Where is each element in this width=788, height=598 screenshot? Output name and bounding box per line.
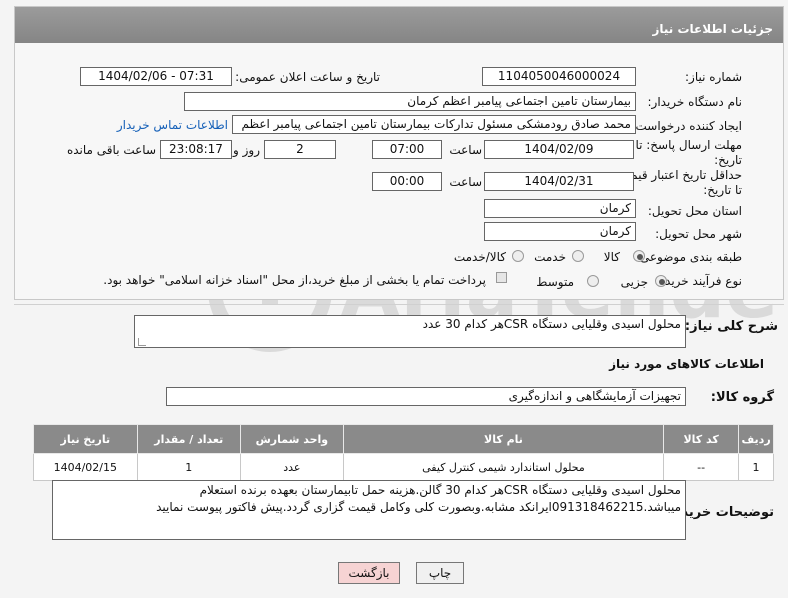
- requester-field: محمد صادق رودمشکی مسئول تدارکات بیمارستا…: [232, 115, 636, 134]
- resize-grip[interactable]: [138, 338, 146, 346]
- remaining-time-field: 23:08:17: [160, 140, 232, 159]
- goods-table: ردیف کد کالا نام کالا واحد شمارش تعداد /…: [33, 424, 774, 481]
- table-row: 1 -- محلول استاندارد شیمی کنترل کیفی عدد…: [33, 453, 774, 481]
- validity-time-label: ساعت: [449, 175, 482, 189]
- buyer-org-label: نام دستگاه خریدار:: [647, 95, 743, 109]
- col-name: نام کالا: [342, 424, 665, 454]
- announce-label: تاریخ و ساعت اعلان عمومی:: [235, 70, 380, 84]
- buyer-org-field: بیمارستان تامین اجتماعی پیامبر اعظم کرما…: [184, 92, 636, 111]
- cell-code: --: [663, 453, 740, 481]
- remaining-label: ساعت باقی مانده: [66, 143, 156, 157]
- treasury-note: پرداخت تمام یا بخشی از مبلغ خرید،از محل …: [103, 273, 486, 287]
- treasury-checkbox[interactable]: [496, 272, 507, 283]
- need-number-field: 1104050046000024: [482, 67, 636, 86]
- cell-row: 1: [738, 453, 774, 481]
- buyer-notes-textarea[interactable]: محلول اسیدی وقلیایی دستگاه CSRهر کدام 30…: [52, 480, 686, 540]
- category-radio-service[interactable]: [572, 250, 584, 262]
- col-date: تاریخ نیاز: [33, 424, 138, 454]
- overview-label: شرح کلی نیاز:: [684, 319, 778, 334]
- category-radio-goods[interactable]: [633, 250, 645, 262]
- category-radio-goods-service[interactable]: [512, 250, 524, 262]
- announce-field: 1404/02/06 - 07:31: [80, 67, 232, 86]
- delivery-city-field: کرمان: [484, 222, 636, 241]
- col-qty: تعداد / مقدار: [136, 424, 241, 454]
- goods-table-header: ردیف کد کالا نام کالا واحد شمارش تعداد /…: [33, 424, 774, 454]
- delivery-city-label: شهر محل تحویل:: [655, 227, 742, 241]
- process-radio-medium[interactable]: [587, 275, 599, 287]
- goods-info-title: اطلاعات کالاهای مورد نیاز: [609, 357, 764, 371]
- divider: [14, 304, 784, 305]
- cell-unit: عدد: [239, 453, 344, 481]
- panel-title: جزئیات اطلاعات نیاز: [15, 7, 783, 43]
- reply-time-field: 07:00: [372, 140, 442, 159]
- delivery-province-field: کرمان: [484, 199, 636, 218]
- reply-date-field: 1404/02/09: [484, 140, 634, 159]
- category-label: طبقه بندی موضوعی:: [635, 250, 742, 264]
- print-button[interactable]: چاپ: [416, 562, 464, 584]
- buyer-contact-link[interactable]: اطلاعات تماس خریدار: [117, 118, 228, 132]
- back-button[interactable]: بازگشت: [338, 562, 400, 584]
- col-code: کد کالا: [663, 424, 740, 454]
- overview-textarea[interactable]: محلول اسیدی وقلیایی دستگاه CSRهر کدام 30…: [134, 315, 686, 348]
- delivery-province-label: استان محل تحویل:: [647, 204, 742, 218]
- reply-deadline-label: مهلت ارسال پاسخ: تا تاریخ:: [635, 138, 742, 167]
- remaining-days-field: 2: [264, 140, 336, 159]
- cell-date: 1404/02/15: [33, 453, 138, 481]
- col-row: ردیف: [738, 424, 774, 454]
- process-medium-label: متوسط: [536, 275, 574, 289]
- process-radio-minor[interactable]: [655, 275, 667, 287]
- goods-group-field: تجهیزات آزمایشگاهی و اندازه‌گیری: [166, 387, 686, 406]
- category-goods-service-label: کالا/خدمت: [453, 250, 506, 264]
- goods-table-wrap: ردیف کد کالا نام کالا واحد شمارش تعداد /…: [33, 424, 774, 481]
- col-unit: واحد شمارش: [239, 424, 344, 454]
- validity-time-field: 00:00: [372, 172, 442, 191]
- category-goods-label: کالا: [603, 250, 620, 264]
- requester-label: ایجاد کننده درخواست:: [631, 119, 742, 133]
- buyer-notes-line1: محلول اسیدی وقلیایی دستگاه CSRهر کدام 30…: [199, 483, 681, 497]
- reply-time-label: ساعت: [449, 143, 482, 157]
- buyer-notes-line2: میباشد.09131846221‌5ایرانکد مشابه.وبصورت…: [156, 500, 681, 514]
- days-label: روز و: [233, 143, 260, 157]
- need-number-label: شماره نیاز:: [685, 70, 742, 84]
- category-service-label: خدمت: [534, 250, 566, 264]
- cell-name: محلول استاندارد شیمی کنترل کیفی: [342, 453, 665, 481]
- validity-date-field: 1404/02/31: [484, 172, 634, 191]
- purchase-process-label: نوع فرآیند خرید :: [657, 274, 742, 288]
- goods-group-label: گروه کالا:: [710, 390, 774, 405]
- cell-qty: 1: [136, 453, 241, 481]
- process-minor-label: جزیی: [620, 275, 648, 289]
